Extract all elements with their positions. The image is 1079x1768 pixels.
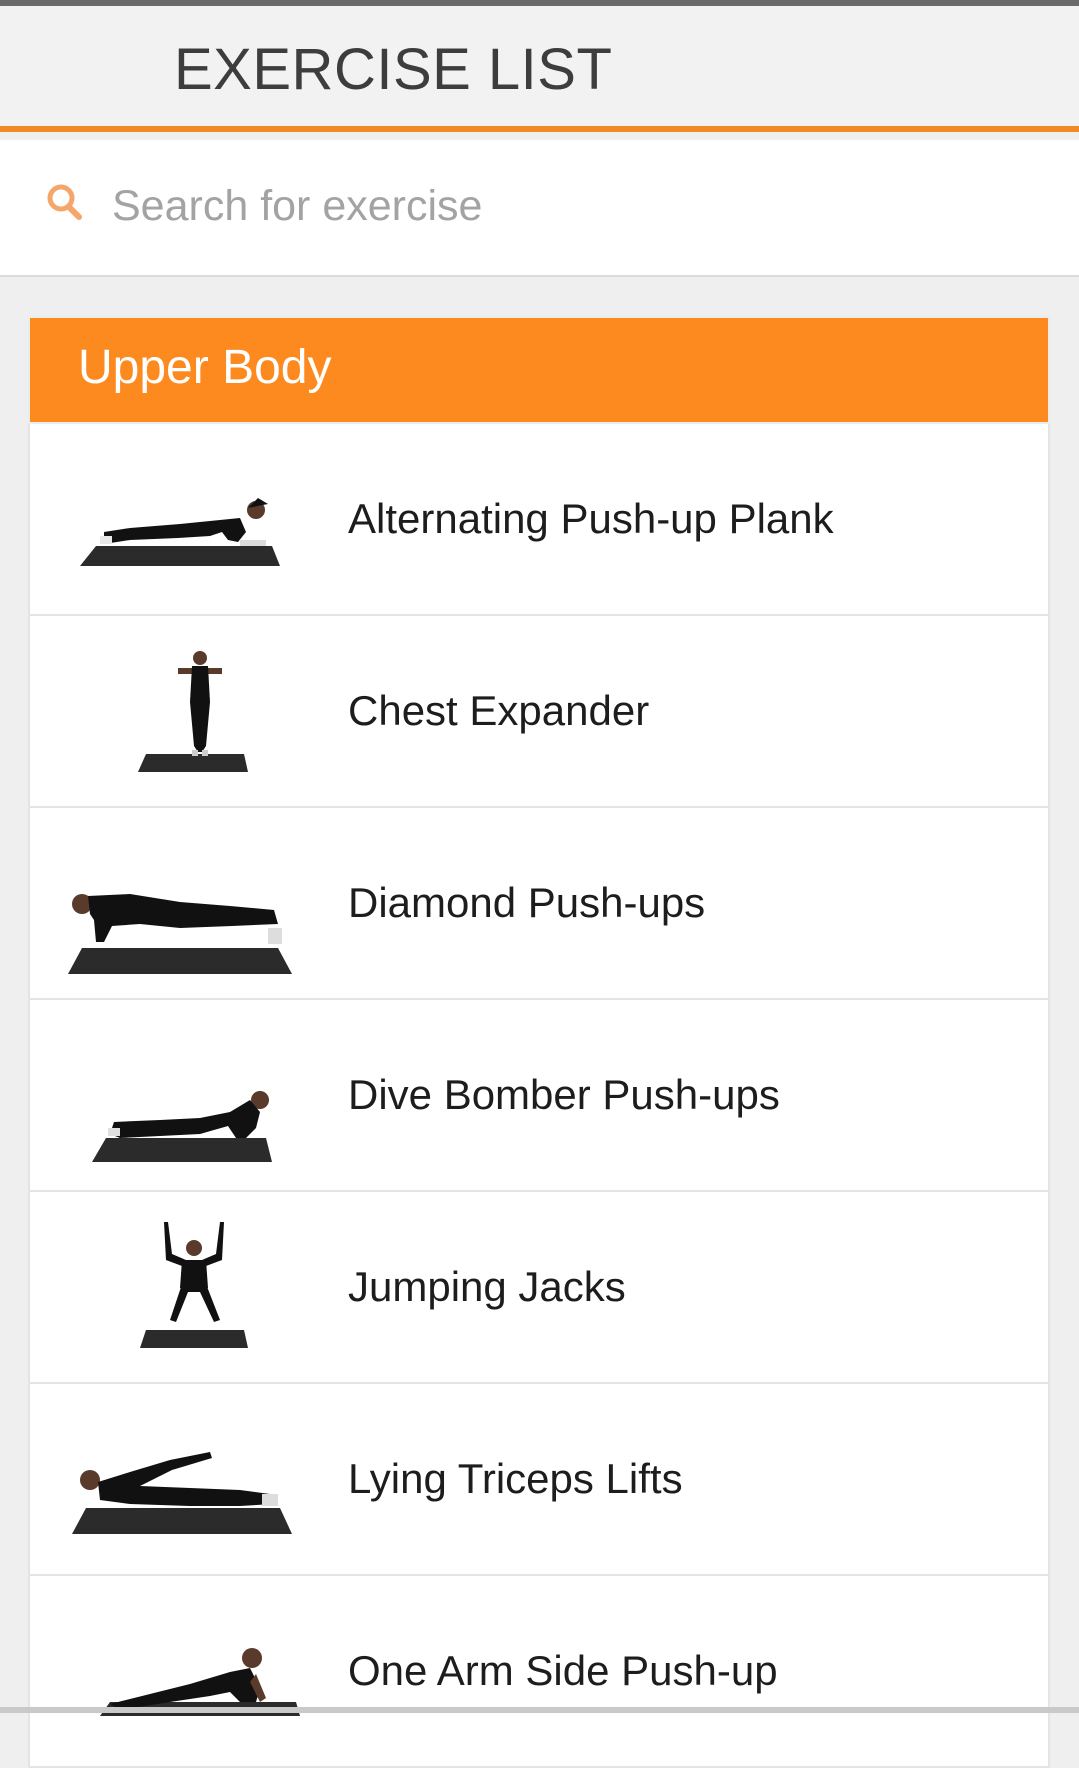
exercise-name: Alternating Push-up Plank	[348, 495, 834, 542]
section-title: Upper Body	[78, 341, 332, 394]
search-icon[interactable]	[44, 182, 86, 224]
exercise-row-chest-expander[interactable]: Chest Expander	[28, 616, 1050, 808]
jumping-jack-figure-image	[60, 1208, 300, 1368]
lying-lift-figure-image	[60, 1400, 300, 1560]
exercise-name: Jumping Jacks	[348, 1263, 626, 1310]
search-input[interactable]	[112, 178, 1012, 234]
bottom-scroll-edge	[0, 1707, 1079, 1713]
exercise-name: Lying Triceps Lifts	[348, 1455, 683, 1502]
side-pushup-figure-image	[60, 1592, 300, 1752]
pushup-figure-image	[60, 824, 300, 984]
search-bar	[0, 140, 1079, 277]
exercise-name: Diamond Push-ups	[348, 879, 706, 926]
exercise-row-dive-bomber-push-ups[interactable]: Dive Bomber Push-ups	[28, 1000, 1050, 1192]
standing-arms-front-figure-image	[60, 632, 300, 792]
exercise-list: Alternating Push-up Plank Chest Expander	[28, 424, 1050, 1768]
page-title: EXERCISE LIST	[174, 37, 613, 102]
section-header-upper-body[interactable]: Upper Body	[28, 316, 1050, 424]
exercise-row-one-arm-side-push-up[interactable]: One Arm Side Push-up	[28, 1576, 1050, 1768]
dive-bomber-figure-image	[60, 1016, 300, 1176]
app-header: EXERCISE LIST	[0, 6, 1079, 132]
exercise-row-lying-triceps-lifts[interactable]: Lying Triceps Lifts	[28, 1384, 1050, 1576]
exercise-row-alternating-push-up-plank[interactable]: Alternating Push-up Plank	[28, 424, 1050, 616]
exercise-row-diamond-push-ups[interactable]: Diamond Push-ups	[28, 808, 1050, 1000]
exercise-row-jumping-jacks[interactable]: Jumping Jacks	[28, 1192, 1050, 1384]
exercise-name: Chest Expander	[348, 687, 650, 734]
plank-figure-image	[60, 440, 300, 600]
exercise-name: Dive Bomber Push-ups	[348, 1071, 780, 1118]
exercise-name: One Arm Side Push-up	[348, 1647, 778, 1694]
